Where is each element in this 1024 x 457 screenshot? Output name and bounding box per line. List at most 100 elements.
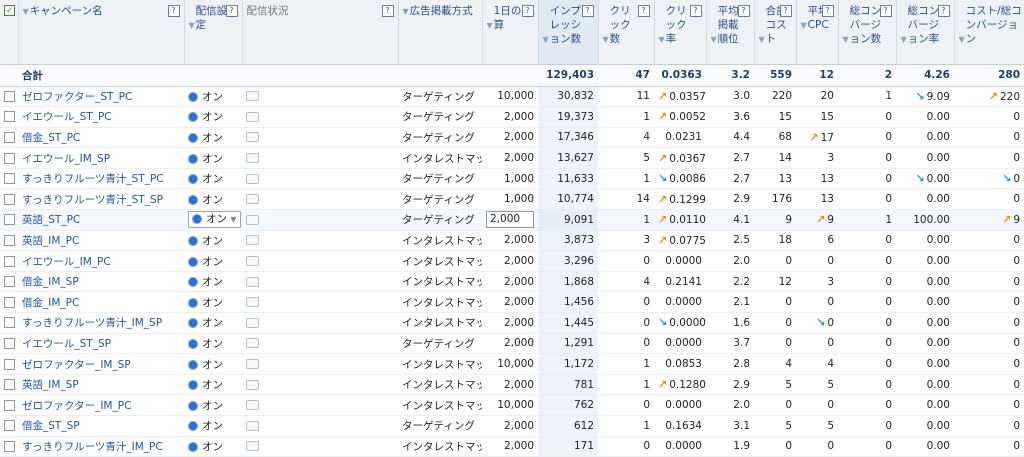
delivery-setting[interactable]: オン xyxy=(184,250,242,272)
on-radio-icon[interactable] xyxy=(188,112,198,123)
budget-input[interactable]: 2,000 xyxy=(486,211,534,229)
on-radio-icon[interactable] xyxy=(188,277,198,288)
help-icon[interactable]: ? xyxy=(637,5,650,17)
on-radio-icon[interactable] xyxy=(188,441,198,452)
campaign-name-link[interactable]: 英語_IM_SP xyxy=(22,379,79,391)
campaign-name-link[interactable]: ゼロファクター_ST_PC xyxy=(22,91,132,103)
comment-icon[interactable] xyxy=(246,111,259,122)
comment-icon[interactable] xyxy=(246,153,259,164)
delivery-setting[interactable]: オン xyxy=(184,312,242,334)
row-checkbox[interactable] xyxy=(4,90,15,102)
campaign-name-link[interactable]: 借金_ST_SP xyxy=(22,420,80,432)
campaign-name-link[interactable]: イエウール_IM_SP xyxy=(22,153,110,165)
col-avg-cpc[interactable]: ▼平均CPC? xyxy=(796,0,839,65)
col-clicks[interactable]: ▼クリック数? xyxy=(598,0,655,65)
delivery-setting[interactable]: オン xyxy=(184,291,242,314)
comment-icon[interactable] xyxy=(246,379,259,390)
delivery-setting[interactable]: オン xyxy=(184,147,242,169)
help-icon[interactable]: ? xyxy=(167,5,180,17)
on-radio-icon[interactable] xyxy=(188,421,198,432)
campaign-name-link[interactable]: 英語_ST_PC xyxy=(22,214,80,226)
delivery-setting[interactable]: オン xyxy=(184,271,242,293)
campaign-name-link[interactable]: イエウール_IM_PC xyxy=(22,256,111,268)
row-checkbox[interactable] xyxy=(4,152,15,164)
select-all-checkbox[interactable]: ✓ xyxy=(4,5,15,16)
daily-budget[interactable]: 2,000 xyxy=(482,209,538,231)
delivery-setting[interactable]: オン xyxy=(184,374,242,396)
delivery-setting[interactable]: オン xyxy=(184,168,242,190)
comment-icon[interactable] xyxy=(246,338,259,349)
delivery-setting[interactable]: オン xyxy=(184,415,242,437)
campaign-name-link[interactable]: すっきりフルーツ青汁_IM_SP xyxy=(22,317,162,329)
comment-icon[interactable] xyxy=(246,297,259,308)
row-checkbox[interactable] xyxy=(4,317,15,329)
delivery-setting[interactable]: オン xyxy=(184,230,242,252)
on-radio-icon[interactable] xyxy=(188,235,198,246)
row-checkbox[interactable] xyxy=(4,111,15,123)
on-radio-icon[interactable] xyxy=(188,380,198,391)
comment-icon[interactable] xyxy=(246,420,259,431)
on-radio-icon[interactable] xyxy=(188,174,198,185)
campaign-name-link[interactable]: イエウール_ST_PC xyxy=(22,111,112,123)
comment-icon[interactable] xyxy=(246,91,259,102)
col-conv-rate[interactable]: ▼総コンバージョン率? xyxy=(896,0,955,65)
on-radio-icon[interactable] xyxy=(188,132,198,143)
on-radio-icon[interactable] xyxy=(188,256,198,267)
comment-icon[interactable] xyxy=(246,194,259,205)
delivery-setting[interactable]: オン xyxy=(184,188,242,211)
comment-icon[interactable] xyxy=(246,359,259,370)
on-radio-icon[interactable] xyxy=(188,338,198,349)
help-icon[interactable]: ? xyxy=(581,5,594,17)
comment-icon[interactable] xyxy=(246,276,259,287)
help-icon[interactable]: ? xyxy=(879,5,892,17)
row-checkbox[interactable] xyxy=(4,440,15,452)
on-radio-icon[interactable] xyxy=(188,297,198,308)
comment-icon[interactable] xyxy=(246,173,259,184)
row-checkbox[interactable] xyxy=(4,420,15,432)
delivery-setting[interactable]: オン xyxy=(184,394,242,416)
col-ad-type[interactable]: ▼広告掲載方式 xyxy=(398,0,483,65)
delivery-setting[interactable]: オン xyxy=(184,333,242,355)
campaign-name-link[interactable]: ゼロファクター_IM_SP xyxy=(22,359,131,371)
row-checkbox[interactable] xyxy=(4,131,15,143)
delivery-setting[interactable]: オン xyxy=(184,436,242,457)
col-conversions[interactable]: ▼総コンバージョン数? xyxy=(838,0,897,65)
on-radio-icon[interactable] xyxy=(188,359,198,370)
help-icon[interactable]: ? xyxy=(689,5,702,17)
on-radio-icon[interactable] xyxy=(188,194,198,205)
help-icon[interactable]: ? xyxy=(521,5,534,17)
col-impressions[interactable]: ▼インプレッション数? xyxy=(538,0,599,65)
campaign-name-link[interactable]: イエウール_ST_SP xyxy=(22,338,111,350)
comment-icon[interactable] xyxy=(246,132,259,143)
row-checkbox[interactable] xyxy=(4,173,15,185)
comment-icon[interactable] xyxy=(246,317,259,328)
on-radio-icon[interactable] xyxy=(188,318,198,329)
campaign-name-link[interactable]: すっきりフルーツ青汁_IM_PC xyxy=(22,441,163,453)
row-checkbox[interactable] xyxy=(4,399,15,411)
row-checkbox[interactable] xyxy=(4,296,15,308)
campaign-name-link[interactable]: ゼロファクター_IM_PC xyxy=(22,400,131,412)
delivery-setting[interactable]: オン xyxy=(184,106,242,128)
col-campaign-name[interactable]: ▼キャンペーン名 ? xyxy=(18,0,185,65)
col-delivery-setting[interactable]: ▼配信設定? xyxy=(184,0,243,65)
help-icon[interactable]: ? xyxy=(821,5,834,17)
on-radio-icon[interactable] xyxy=(188,153,198,164)
col-total-cost[interactable]: ▼合計コスト? xyxy=(754,0,797,65)
on-radio-icon[interactable] xyxy=(188,91,198,102)
campaign-name-link[interactable]: 借金_IM_SP xyxy=(22,276,79,288)
campaign-name-link[interactable]: すっきりフルーツ青汁_ST_SP xyxy=(22,194,163,206)
row-checkbox[interactable] xyxy=(4,193,15,205)
col-ctr[interactable]: ▼クリック率? xyxy=(654,0,707,65)
comment-icon[interactable] xyxy=(246,214,259,225)
delivery-setting[interactable]: オン ▼ xyxy=(184,209,242,231)
delivery-setting[interactable]: オン xyxy=(184,86,242,108)
select-all-header[interactable]: ✓ xyxy=(0,0,19,65)
comment-icon[interactable] xyxy=(246,235,259,246)
row-checkbox[interactable] xyxy=(4,379,15,391)
row-checkbox[interactable] xyxy=(4,276,15,288)
row-checkbox[interactable] xyxy=(4,234,15,246)
campaign-name-link[interactable]: 英語_IM_PC xyxy=(22,235,79,247)
comment-icon[interactable] xyxy=(246,400,259,411)
col-avg-position[interactable]: ▼平均掲載順位? xyxy=(706,0,755,65)
col-daily-budget[interactable]: ▼1日の予算? xyxy=(482,0,539,65)
